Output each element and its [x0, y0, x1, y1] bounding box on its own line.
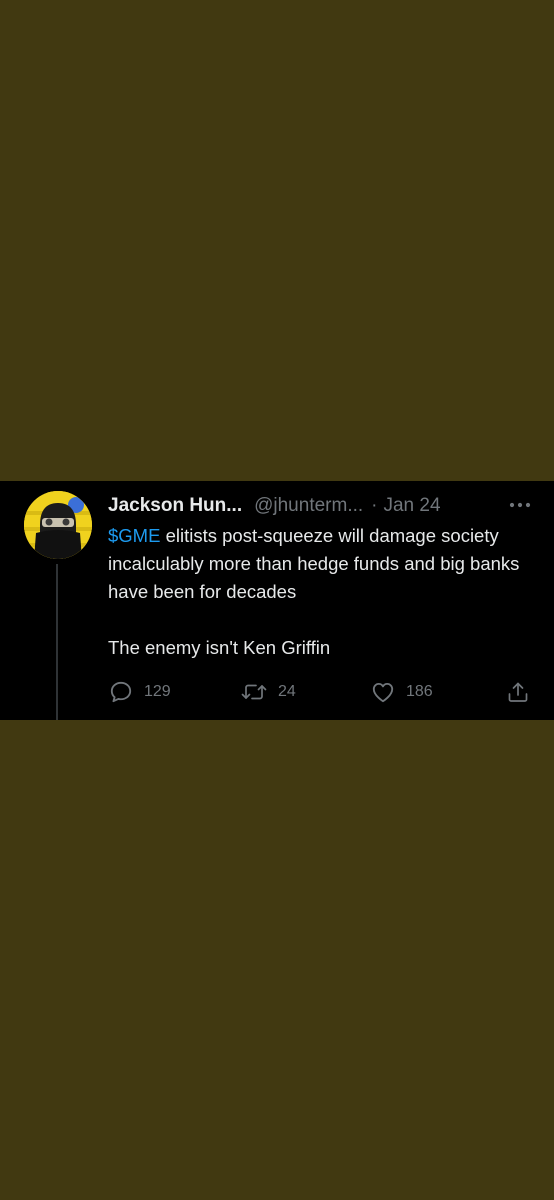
retweet-button[interactable]: 24 [240, 679, 296, 705]
reply-icon [110, 681, 132, 703]
retweet-count: 24 [278, 683, 296, 700]
thread-line [56, 564, 58, 720]
avatar[interactable] [24, 491, 92, 559]
share-button[interactable] [506, 679, 530, 705]
author-handle[interactable]: @jhunterm... [254, 495, 363, 517]
tweet-header: Jackson Hun... @jhunterm... · Jan 24 [108, 493, 538, 519]
share-icon [508, 682, 528, 702]
tweet-actions: 129 24 186 [108, 679, 538, 705]
avatar-image [24, 491, 92, 559]
tweet-paragraph: $GME elitists post-squeeze will damage s… [108, 522, 538, 606]
tweet-card[interactable]: Jackson Hun... @jhunterm... · Jan 24 $GM… [0, 481, 554, 720]
retweet-icon [241, 684, 267, 700]
tweet-paragraph-text: elitists post-squeeze will damage societ… [108, 525, 520, 602]
reply-count: 129 [144, 683, 171, 700]
like-count: 186 [406, 683, 433, 700]
heart-icon [372, 682, 394, 703]
tweet-text: $GME elitists post-squeeze will damage s… [108, 522, 538, 662]
reply-button[interactable]: 129 [108, 679, 171, 705]
separator-dot: · [371, 495, 378, 516]
tweet-date[interactable]: Jan 24 [383, 495, 440, 517]
tweet-paragraph-2: The enemy isn't Ken Griffin [108, 637, 331, 658]
more-icon [509, 502, 531, 508]
cashtag-link[interactable]: $GME [108, 525, 160, 546]
author-name[interactable]: Jackson Hun... [108, 495, 242, 517]
more-button[interactable] [508, 497, 532, 513]
like-button[interactable]: 186 [370, 679, 433, 705]
